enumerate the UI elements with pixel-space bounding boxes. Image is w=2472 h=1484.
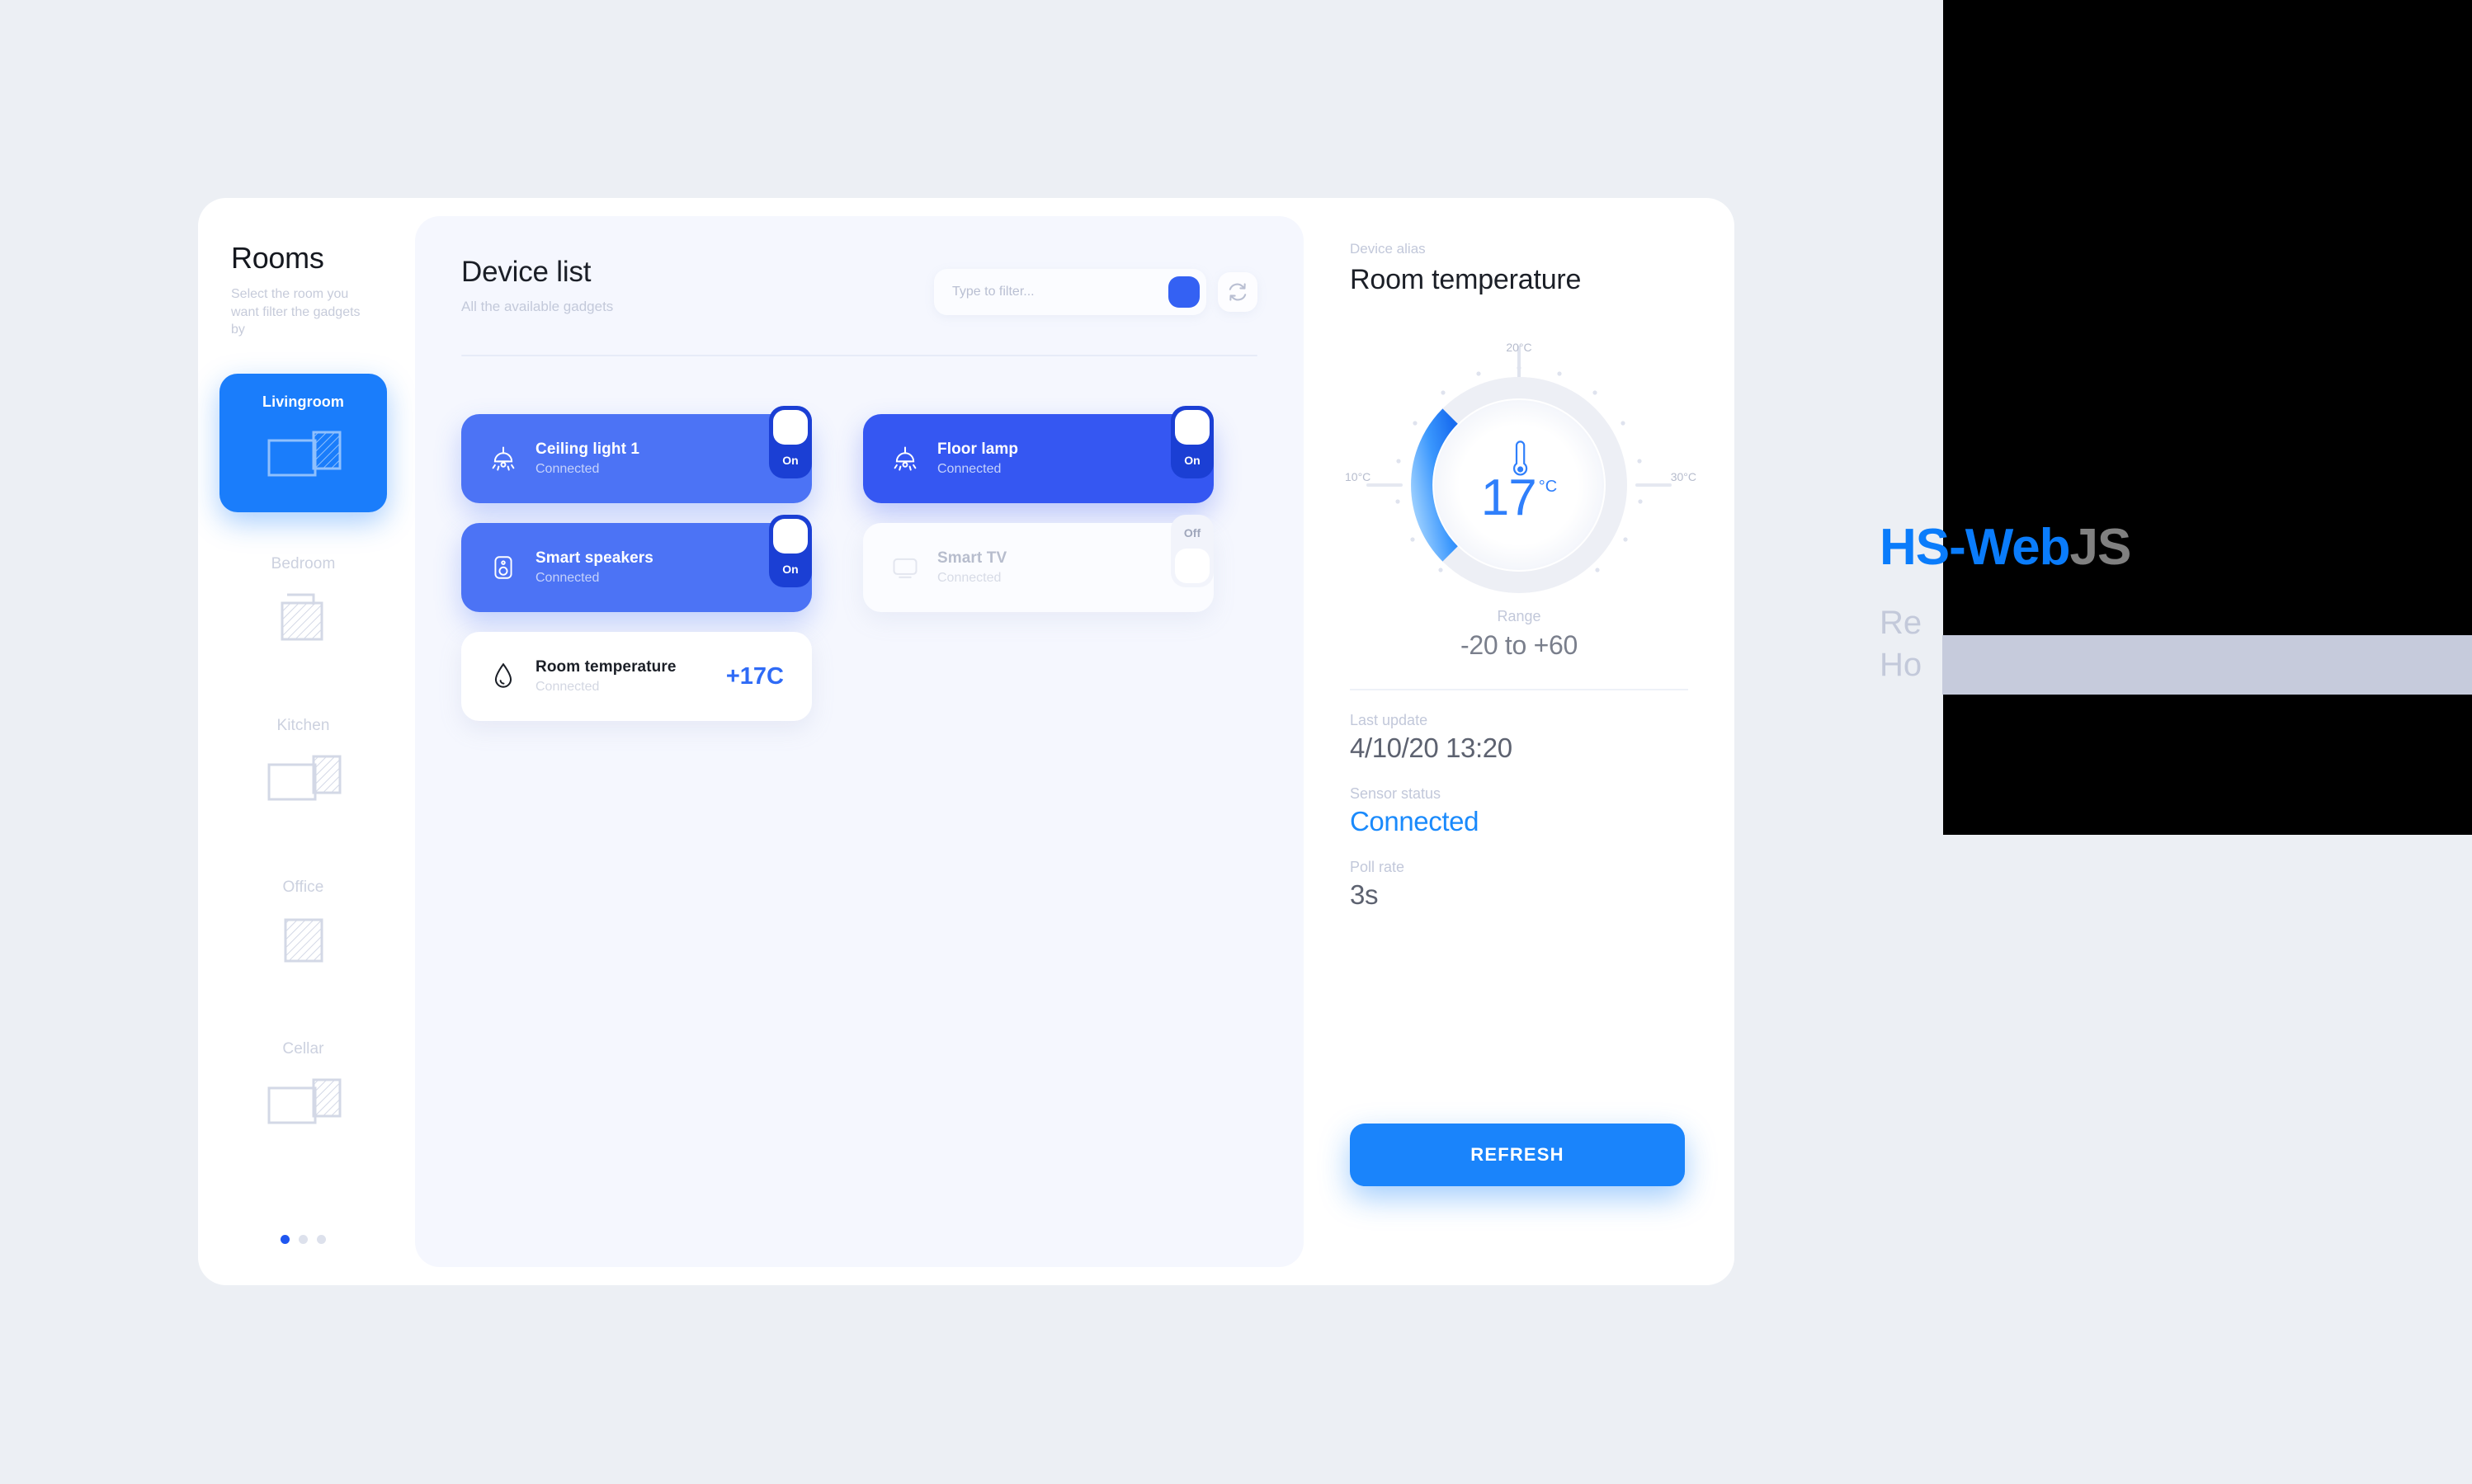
overlay-gray-block: [1942, 635, 2472, 695]
info-value: 4/10/20 13:20: [1350, 733, 1512, 763]
page-subtitle: All the available gadgets: [461, 299, 614, 314]
floorplan-livingroom-icon: [264, 429, 343, 484]
info-label: Poll rate: [1350, 859, 1405, 875]
gauge-tick-left: 10°C: [1345, 470, 1371, 483]
sidebar-subtitle: Select the room you want filter the gadg…: [231, 287, 361, 337]
toggle-state-label: On: [782, 563, 799, 576]
gauge-unit: °C: [1538, 478, 1558, 496]
device-card-smart-speakers[interactable]: Smart speakers Connected On: [461, 515, 812, 612]
device-toggle[interactable]: Off: [1171, 515, 1214, 587]
status-badge: Connected: [1350, 806, 1479, 836]
device-cards: Ceiling light 1 Connected On Floor lamp …: [461, 406, 1257, 721]
toggle-knob: [1175, 549, 1210, 583]
gauge-tick-top: 20°C: [1506, 341, 1532, 354]
overlay-black-block: [1943, 0, 2472, 835]
toggle-knob: [773, 519, 808, 554]
filter-submit-icon[interactable]: [1168, 276, 1200, 308]
device-card-floor-lamp[interactable]: Floor lamp Connected On: [863, 406, 1214, 503]
pagination-dot-2[interactable]: [299, 1235, 308, 1244]
device-alias-value: Room temperature: [1350, 264, 1582, 295]
ceiling-light-icon: [484, 444, 522, 473]
pagination-dot-3[interactable]: [317, 1235, 326, 1244]
device-list-header: Device list All the available gadgets: [461, 256, 1257, 315]
page-title: Device list: [461, 256, 592, 288]
header-divider: [461, 355, 1257, 356]
sidebar-item-office[interactable]: Office: [219, 859, 387, 997]
detail-divider: [1350, 689, 1688, 690]
rooms-sidebar: Rooms Select the room you want filter th…: [198, 198, 415, 1285]
brand-tagline-line1: Re: [1880, 605, 1922, 641]
sidebar-title: Rooms: [231, 241, 324, 275]
filter-box[interactable]: [934, 269, 1206, 315]
toggle-state-label: On: [782, 454, 799, 467]
device-status: Connected: [535, 680, 600, 694]
info-label: Last update: [1350, 712, 1428, 728]
device-toggle[interactable]: On: [769, 406, 812, 478]
floorplan-bedroom-icon: [277, 591, 330, 647]
search-input[interactable]: [952, 285, 1168, 299]
range-label: Range: [1497, 608, 1541, 624]
brand-wordmark: HS-WebJS: [1880, 518, 2132, 577]
room-label: Kitchen: [276, 716, 330, 734]
sidebar-item-livingroom[interactable]: Livingroom: [219, 373, 387, 512]
water-drop-icon: [484, 662, 522, 690]
toggle-state-label: On: [1184, 454, 1201, 467]
refresh-icon[interactable]: [1218, 272, 1257, 312]
brand-primary: HS-Web: [1880, 519, 2071, 576]
tv-icon: [886, 553, 924, 582]
device-card-ceiling-light[interactable]: Ceiling light 1 Connected On: [461, 406, 812, 503]
sidebar-item-cellar[interactable]: Cellar: [219, 1020, 387, 1159]
gauge-tick-right: 30°C: [1670, 470, 1696, 483]
room-label: Livingroom: [262, 393, 344, 410]
info-row-last-update: Last update 4/10/20 13:20: [1350, 712, 1688, 764]
device-toggle[interactable]: On: [1171, 406, 1214, 478]
floorplan-office-icon: [277, 915, 330, 970]
info-label: Sensor status: [1350, 785, 1441, 802]
device-name: Room temperature: [535, 658, 677, 676]
info-value: 3s: [1350, 879, 1379, 910]
device-alias-label: Device alias: [1350, 241, 1426, 257]
temperature-gauge: 20°C 10°C 30°C 17 °C: [1345, 331, 1696, 603]
room-label: Bedroom: [271, 554, 336, 572]
room-label: Office: [282, 878, 324, 896]
device-card-room-temperature[interactable]: Room temperature Connected +17C: [461, 632, 812, 721]
info-row-sensor-status: Sensor status Connected: [1350, 785, 1688, 837]
device-temperature-value: +17C: [725, 662, 784, 690]
sidebar-pagination[interactable]: [281, 1235, 326, 1244]
floorplan-kitchen-icon: [264, 753, 343, 808]
gauge-range: Range -20 to +60: [1350, 608, 1688, 661]
range-value: -20 to +60: [1460, 630, 1578, 660]
brand-tagline-line2: Ho: [1880, 647, 1922, 684]
floor-lamp-icon: [886, 444, 924, 473]
sidebar-item-bedroom[interactable]: Bedroom: [219, 535, 387, 674]
floorplan-cellar-icon: [264, 1076, 343, 1132]
toggle-state-label: Off: [1183, 526, 1201, 539]
refresh-button[interactable]: REFRESH: [1350, 1124, 1685, 1186]
speaker-icon: [484, 554, 522, 582]
room-label: Cellar: [282, 1039, 324, 1058]
brand-secondary: JS: [2069, 519, 2132, 576]
info-row-poll-rate: Poll rate 3s: [1350, 859, 1688, 911]
toggle-knob: [773, 410, 808, 445]
brand-tagline: Re Ho: [1880, 602, 1922, 686]
device-list-panel: Device list All the available gadgets Ty…: [415, 216, 1304, 1267]
toggle-knob: [1175, 410, 1210, 445]
pagination-dot-1[interactable]: [281, 1235, 290, 1244]
rooms-list: Livingroom Bedroom Kitchen Office Cellar: [198, 373, 415, 1159]
app-window: Rooms Select the room you want filter th…: [198, 198, 1734, 1285]
gauge-value: 17: [1480, 469, 1537, 526]
device-toggle[interactable]: On: [769, 515, 812, 587]
header-tools: [934, 269, 1257, 315]
screen-root: Rooms Select the room you want filter th…: [0, 0, 2472, 1484]
device-card-smart-tv[interactable]: Smart TV Connected Off: [863, 515, 1214, 612]
device-detail-panel: Device alias Room temperature 20°C 10°C …: [1304, 198, 1734, 1285]
sidebar-item-kitchen[interactable]: Kitchen: [219, 697, 387, 836]
